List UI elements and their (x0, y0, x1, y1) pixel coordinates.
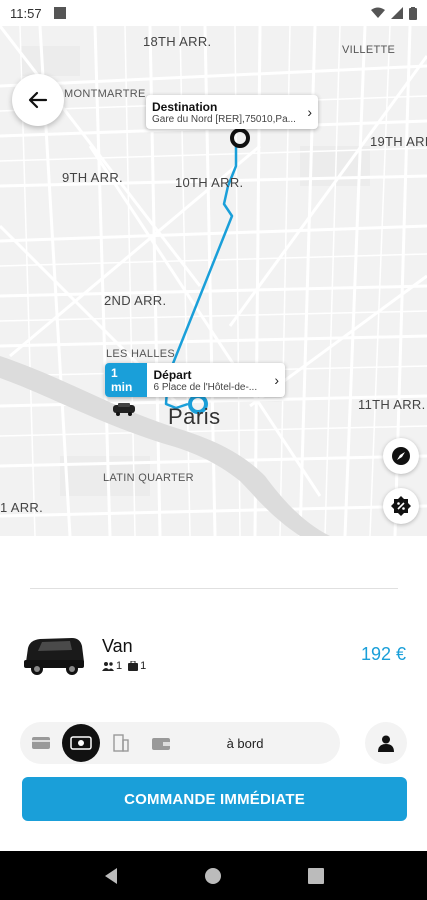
destination-title: Destination (152, 99, 218, 114)
vehicle-name: Van (102, 636, 133, 656)
system-nav-bar (0, 851, 427, 900)
map-label-villette: VILLETTE (342, 44, 396, 56)
credit-card-icon (32, 737, 50, 749)
map-label-paris: Paris (168, 404, 221, 429)
status-bar: 11:57 (0, 0, 427, 26)
map-view[interactable]: 18TH ARR. VILLETTE MONTMARTRE 19TH ARR. … (0, 26, 427, 536)
luggage-icon (128, 661, 139, 671)
passenger-count: 1 (116, 660, 123, 672)
nav-home-icon[interactable] (204, 867, 222, 885)
van-image (24, 638, 84, 675)
payment-wallet-option[interactable] (142, 724, 180, 762)
map-label-arr: 1 ARR. (0, 500, 43, 515)
nav-back-icon[interactable] (103, 867, 119, 885)
arrow-left-icon (28, 91, 48, 109)
map-label-9th: 9TH ARR. (62, 170, 123, 185)
recenter-button[interactable] (383, 438, 419, 474)
departure-title: Départ (153, 367, 192, 382)
payment-cash-option[interactable] (62, 724, 100, 762)
nav-recents-icon[interactable] (308, 867, 325, 884)
building-icon (113, 734, 129, 752)
back-button[interactable] (12, 74, 64, 126)
payment-selector: à bord (20, 722, 340, 764)
payment-business-option[interactable] (102, 724, 140, 762)
map-label-10th: 10TH ARR. (175, 175, 244, 190)
promo-button[interactable] (383, 488, 419, 524)
payment-selected-label: à bord (226, 735, 264, 751)
passenger-profile-button[interactable] (365, 722, 407, 764)
discount-badge-icon (391, 496, 411, 516)
signal-icon (391, 7, 403, 19)
battery-icon (409, 6, 417, 20)
eta-badge: 1 min (105, 363, 148, 397)
luggage-count: 1 (140, 660, 147, 672)
map-label-18th: 18TH ARR. (143, 34, 212, 49)
wifi-icon (371, 7, 385, 18)
compass-icon (392, 447, 410, 465)
car-icon (113, 403, 135, 416)
chevron-right-icon: › (307, 104, 312, 120)
order-now-button[interactable]: COMMANDE IMMÉDIATE (22, 777, 407, 821)
map-label-les-halles: LES HALLES (106, 348, 176, 360)
map-label-2nd: 2ND ARR. (104, 293, 167, 308)
person-icon (378, 735, 394, 752)
chevron-right-icon: › (274, 372, 279, 388)
departure-callout[interactable]: 1 min Départ 6 Place de l'Hôtel-de-... › (105, 363, 285, 397)
cash-icon (70, 736, 92, 750)
vehicle-price: 192 € (360, 644, 406, 664)
passengers-icon (102, 662, 114, 671)
status-time: 11:57 (10, 5, 42, 21)
map-label-11th: 11TH ARR. (358, 397, 426, 412)
departure-address: 6 Place de l'Hôtel-de-... (153, 381, 258, 393)
map-label-montmartre: MONTMARTRE (64, 88, 146, 100)
sheet-divider (30, 588, 398, 589)
wallet-icon (152, 738, 170, 750)
vehicle-option[interactable]: Van 1 1 192 € (22, 630, 412, 680)
notification-icon (53, 7, 66, 19)
payment-card-option[interactable] (22, 724, 60, 762)
destination-callout[interactable]: Destination Gare du Nord [RER],75010,Pa.… (146, 95, 318, 129)
map-label-19th: 19TH ARR. (370, 134, 427, 149)
vehicle-capacity: 1 1 (102, 660, 146, 672)
map-label-latin-quarter: LATIN QUARTER (103, 472, 194, 484)
destination-address: Gare du Nord [RER],75010,Pa... (152, 113, 296, 125)
